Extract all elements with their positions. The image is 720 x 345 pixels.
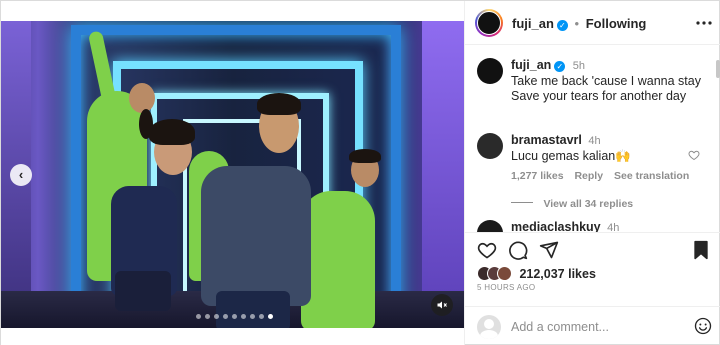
carousel-dot[interactable] (250, 314, 255, 319)
video-frame[interactable] (1, 21, 464, 328)
separator-dot: • (574, 16, 580, 31)
post-media: ‹ (1, 1, 464, 345)
comment-translate-button[interactable]: See translation (614, 170, 689, 182)
caption: fuji_an ✓ 5h Take me back 'cause I wanna … (511, 58, 706, 104)
save-button[interactable] (692, 240, 710, 265)
carousel-dot[interactable] (241, 314, 246, 319)
comment-item: mediaclashkuy 4h (511, 220, 619, 232)
carousel-dot[interactable] (196, 314, 201, 319)
heart-icon (477, 242, 497, 259)
post-side-panel: fuji_an ✓ • Following fuji_an ✓ 5h Take me… (464, 1, 720, 345)
author-username[interactable]: fuji_an (512, 16, 554, 31)
bookmark-icon (694, 240, 708, 260)
like-button[interactable] (477, 240, 497, 265)
carousel-prev-button[interactable]: ‹ (10, 164, 32, 186)
carousel-dot[interactable] (223, 314, 228, 319)
author-avatar[interactable] (475, 9, 503, 37)
caption-line-1: Take me back 'cause I wanna stay (511, 74, 701, 88)
comment-item: bramastavrl 4h Lucu gemas kalian🙌 1,277 … (511, 133, 691, 182)
liked-by: 212,037 likes (477, 265, 596, 283)
viewer-avatar (477, 315, 501, 339)
verified-badge-icon: ✓ (554, 61, 566, 72)
mute-button[interactable] (431, 294, 453, 316)
comment-username[interactable]: mediaclashkuy (511, 220, 601, 232)
comment-reply-button[interactable]: Reply (574, 170, 603, 182)
comment-avatar[interactable] (477, 220, 503, 232)
emoji-icon (694, 317, 712, 335)
comments-list[interactable]: fuji_an ✓ 5h Take me back 'cause I wanna … (465, 46, 720, 232)
person-green-right (301, 191, 375, 328)
caption-time: 5h (572, 60, 586, 72)
carousel-dot[interactable] (214, 314, 219, 319)
comments-scrollbar[interactable] (716, 60, 720, 78)
post-modal: ‹ fuji_an ✓ • Following fuji_an ✓ 5h Tak… (0, 0, 720, 345)
likes-count[interactable]: 212,037 likes (519, 267, 595, 281)
caption-avatar[interactable] (477, 58, 503, 84)
view-replies-button[interactable]: View all 34 replies (511, 194, 633, 212)
comment-username[interactable]: bramastavrl (511, 133, 582, 147)
chevron-left-icon: ‹ (18, 167, 24, 182)
comment-avatar[interactable] (477, 133, 503, 159)
comment-button[interactable] (508, 240, 528, 265)
carousel-dots (196, 314, 273, 319)
more-icon (696, 21, 712, 25)
heart-icon (688, 150, 700, 161)
view-replies-label: View all 34 replies (543, 198, 634, 210)
more-options-button[interactable] (694, 13, 714, 33)
caption-username[interactable]: fuji_an (511, 58, 551, 72)
comment-text: Lucu gemas kalian🙌 (511, 149, 631, 163)
caption-line-2: Save your tears for another day (511, 89, 687, 103)
carousel-dot[interactable] (268, 314, 273, 319)
mute-icon (437, 301, 447, 309)
carousel-dot[interactable] (259, 314, 264, 319)
emoji-button[interactable] (694, 317, 712, 340)
post-timestamp[interactable]: 5 HOURS AGO (477, 283, 535, 292)
verified-badge-icon: ✓ (556, 20, 568, 31)
person-guy (201, 166, 311, 306)
comment-time: 4h (607, 222, 620, 232)
comment-composer (465, 306, 720, 345)
comment-time: 4h (588, 135, 601, 147)
comment-icon (509, 241, 528, 260)
liker-avatar[interactable] (497, 266, 512, 282)
share-icon (539, 241, 559, 259)
comment-like-button[interactable] (688, 148, 700, 166)
carousel-dot[interactable] (232, 314, 237, 319)
share-button[interactable] (539, 240, 559, 265)
comment-likes[interactable]: 1,277 likes (511, 170, 564, 182)
following-button[interactable]: Following (586, 16, 647, 31)
add-comment-input[interactable] (511, 319, 671, 335)
carousel-dot[interactable] (205, 314, 210, 319)
post-header: fuji_an ✓ • Following (465, 1, 720, 45)
